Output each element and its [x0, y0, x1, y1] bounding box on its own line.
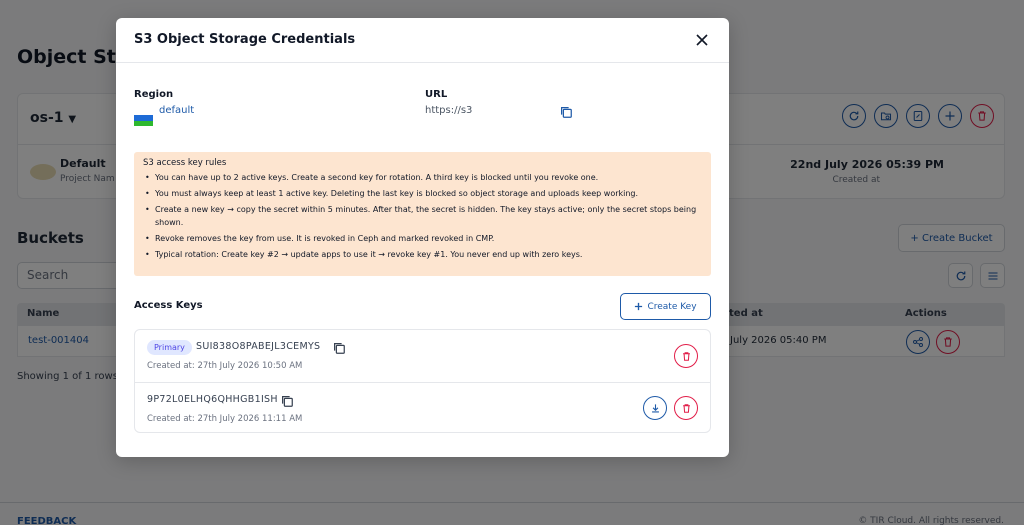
copy-key-button[interactable] [280, 393, 294, 407]
trash-icon [682, 403, 690, 413]
plus-icon [635, 302, 643, 311]
access-keys-title: Access Keys [134, 300, 203, 311]
download-secret-button[interactable] [643, 396, 667, 420]
modal-header: S3 Object Storage Credentials [116, 18, 729, 63]
create-key-button[interactable]: Create Key [620, 293, 711, 320]
s3-credentials-modal: S3 Object Storage Credentials Region def… [116, 18, 729, 457]
rules-list: You can have up to 2 active keys. Create… [143, 171, 702, 261]
access-key-row: Primary SUI838O8PABEJL3CEMYS Created at:… [135, 330, 710, 382]
rule-item: You can have up to 2 active keys. Create… [143, 171, 702, 184]
copy-icon [334, 343, 345, 354]
copy-key-button[interactable] [332, 340, 346, 354]
rules-title: S3 access key rules [143, 158, 227, 168]
trash-icon [682, 351, 690, 361]
revoke-key-button[interactable] [674, 396, 698, 420]
access-key-id: SUI838O8PABEJL3CEMYS [196, 341, 321, 352]
close-button[interactable] [693, 31, 711, 49]
copy-icon [282, 396, 293, 407]
url-value: https://s3 [425, 105, 473, 116]
revoke-key-button[interactable] [674, 344, 698, 368]
rule-item: Create a new key → copy the secret withi… [143, 203, 702, 229]
access-key-id: 9P72L0ELHQ6QHHGB1ISH [147, 394, 278, 405]
access-keys-list: Primary SUI838O8PABEJL3CEMYS Created at:… [134, 329, 711, 433]
primary-badge: Primary [147, 340, 192, 355]
close-icon [696, 34, 708, 46]
region-flag-icon [134, 110, 153, 126]
url-label: URL [425, 89, 448, 100]
region-label: Region [134, 89, 174, 100]
access-key-row: 9P72L0ELHQ6QHHGB1ISH Created at: 27th Ju… [135, 382, 710, 434]
rule-item: Revoke removes the key from use. It is r… [143, 232, 702, 245]
create-key-label: Create Key [647, 301, 697, 312]
rule-item: You must always keep at least 1 active k… [143, 187, 702, 200]
rule-item: Typical rotation: Create key #2 → update… [143, 248, 702, 261]
access-key-rules-panel: S3 access key rules You can have up to 2… [134, 152, 711, 276]
modal-title: S3 Object Storage Credentials [134, 32, 356, 47]
copy-url-button[interactable] [559, 104, 573, 118]
region-value: default [159, 105, 195, 116]
access-key-created: Created at: 27th July 2026 10:50 AM [147, 361, 303, 371]
access-key-created: Created at: 27th July 2026 11:11 AM [147, 414, 303, 424]
copy-icon [561, 107, 572, 118]
download-icon [651, 403, 659, 412]
